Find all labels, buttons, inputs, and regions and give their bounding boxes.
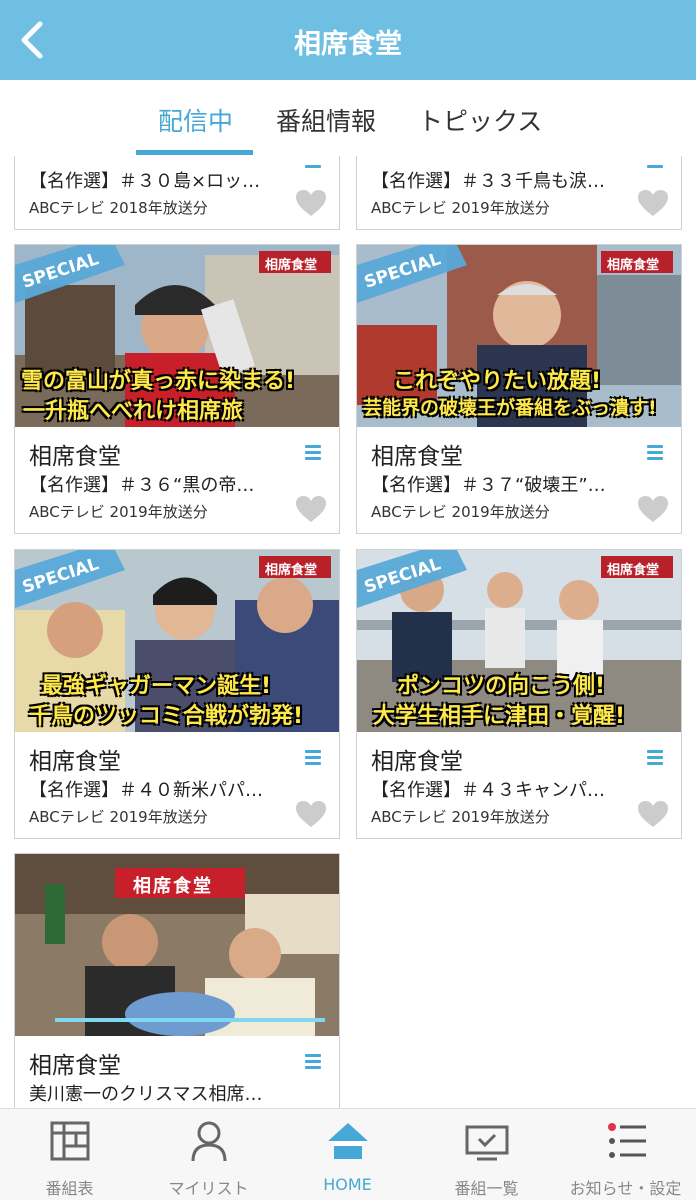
show-badge: 相席食堂 (607, 563, 660, 578)
nav-notice-settings[interactable]: お知らせ・設定 (556, 1109, 695, 1200)
heart-icon[interactable] (637, 800, 669, 828)
tab-program-info[interactable]: 番組情報 (276, 102, 376, 138)
episode-title: 相席食堂 (29, 1053, 121, 1079)
episode-card[interactable]: SPECIAL 相席食堂 雪の富山が真っ赤に染まる! 一升瓶へべれけ相席旅 相席… (14, 244, 340, 534)
app-header: 相席食堂 (0, 0, 696, 80)
nav-label: HOME (323, 1175, 372, 1194)
show-badge: 相席食堂 (265, 563, 318, 578)
thumbnail-caption-1: ポンコツの向こう側! (397, 674, 606, 699)
menu-icon[interactable] (647, 445, 663, 463)
episode-card[interactable]: 【名作選】＃３０島×ロッ… ABCテレビ 2018年放送分 (14, 156, 340, 230)
episode-card[interactable]: SPECIAL 相席食堂 最強ギャガーマン誕生! 千鳥のツッコミ合戦が勃発! 相… (14, 549, 340, 839)
episode-description: 【名作選】＃３６“黒の帝… (29, 475, 255, 496)
episode-card[interactable]: SPECIAL 相席食堂 ポンコツの向こう側! 大学生相手に津田・覚醒! 相席食… (356, 549, 682, 839)
broadcast-info: ABCテレビ 2019年放送分 (371, 808, 550, 826)
notice-settings-icon (607, 1123, 646, 1158)
menu-icon[interactable] (647, 165, 663, 183)
thumbnail-caption-2: 大学生相手に津田・覚醒! (373, 704, 626, 729)
nav-home[interactable]: HOME (278, 1109, 417, 1200)
episode-thumbnail[interactable]: SPECIAL 相席食堂 これぞやりたい放題! 芸能界の破壊王が番組をぶっ潰す! (357, 245, 681, 427)
episode-thumbnail[interactable]: SPECIAL 相席食堂 最強ギャガーマン誕生! 千鳥のツッコミ合戦が勃発! (15, 550, 339, 732)
thumbnail-caption-1: 最強ギャガーマン誕生! (41, 674, 272, 699)
tab-bar: 配信中 番組情報 トピックス (0, 80, 696, 156)
episode-card[interactable]: 相席食堂 相席食堂 美川憲一のクリスマス相席… (14, 853, 340, 1108)
episode-description: 美川憲一のクリスマス相席… (29, 1084, 263, 1105)
episode-thumbnail[interactable]: 相席食堂 (15, 854, 339, 1036)
nav-label: 番組一覧 (454, 1179, 519, 1198)
tab-topics[interactable]: トピックス (418, 102, 542, 138)
nav-program-guide[interactable]: 番組表 (0, 1109, 139, 1200)
episode-card[interactable]: 【名作選】＃３３千鳥も涙… ABCテレビ 2019年放送分 (356, 156, 682, 230)
episode-description: 【名作選】＃３３千鳥も涙… (371, 171, 605, 192)
menu-icon[interactable] (305, 750, 321, 768)
episode-thumbnail[interactable]: SPECIAL 相席食堂 ポンコツの向こう側! 大学生相手に津田・覚醒! (357, 550, 681, 732)
active-tab-indicator (136, 150, 253, 155)
menu-icon[interactable] (647, 750, 663, 768)
episode-title: 相席食堂 (371, 749, 463, 775)
thumbnail-caption-1: これぞやりたい放題! (393, 369, 602, 394)
episode-description: 【名作選】＃３０島×ロッ… (29, 171, 261, 192)
menu-icon[interactable] (305, 1054, 321, 1072)
thumbnail-caption-2: 芸能界の破壊王が番組をぶっ潰す! (363, 397, 657, 419)
menu-icon[interactable] (305, 165, 321, 183)
nav-mylist[interactable]: マイリスト (139, 1109, 278, 1200)
nav-label: 番組表 (45, 1179, 94, 1198)
heart-icon[interactable] (295, 495, 327, 523)
episode-title: 相席食堂 (371, 444, 463, 470)
restaurant-sign: 相席食堂 (133, 876, 213, 897)
page-title: 相席食堂 (294, 29, 402, 60)
episode-description: 【名作選】＃３７“破壊王”… (371, 475, 606, 496)
episode-title: 相席食堂 (29, 444, 121, 470)
person-icon (191, 1121, 226, 1162)
thumbnail-caption-2: 一升瓶へべれけ相席旅 (23, 399, 244, 424)
broadcast-info: ABCテレビ 2018年放送分 (29, 199, 208, 217)
heart-icon[interactable] (637, 495, 669, 523)
episode-thumbnail[interactable]: SPECIAL 相席食堂 雪の富山が真っ赤に染まる! 一升瓶へべれけ相席旅 (15, 245, 339, 427)
episode-description: 【名作選】＃４３キャンパ… (371, 780, 605, 801)
nav-label: マイリスト (168, 1179, 249, 1198)
tab-streaming[interactable]: 配信中 (158, 102, 233, 138)
nav-program-list[interactable]: 番組一覧 (417, 1109, 556, 1200)
show-badge: 相席食堂 (607, 258, 660, 273)
menu-icon[interactable] (305, 445, 321, 463)
episode-card[interactable]: SPECIAL 相席食堂 これぞやりたい放題! 芸能界の破壊王が番組をぶっ潰す!… (356, 244, 682, 534)
episode-grid: 【名作選】＃３０島×ロッ… ABCテレビ 2018年放送分 【名作選】＃３３千鳥… (0, 156, 696, 1108)
nav-label: お知らせ・設定 (569, 1179, 682, 1198)
thumbnail-caption-1: 雪の富山が真っ赤に染まる! (21, 369, 296, 394)
bottom-navigation: 番組表 マイリスト HOME 番組一覧 お知らせ・設定 (0, 1108, 696, 1200)
heart-icon[interactable] (637, 189, 669, 217)
tv-list-icon (465, 1125, 508, 1161)
home-icon (327, 1123, 368, 1159)
broadcast-info: ABCテレビ 2019年放送分 (29, 808, 208, 826)
heart-icon[interactable] (295, 800, 327, 828)
broadcast-info: ABCテレビ 2019年放送分 (29, 503, 208, 521)
program-guide-icon (50, 1121, 89, 1161)
episode-description: 【名作選】＃４０新米パパ… (29, 780, 263, 801)
show-badge: 相席食堂 (265, 258, 318, 273)
thumbnail-caption-2: 千鳥のツッコミ合戦が勃発! (29, 704, 304, 729)
broadcast-info: ABCテレビ 2019年放送分 (371, 199, 550, 217)
episode-title: 相席食堂 (29, 749, 121, 775)
heart-icon[interactable] (295, 189, 327, 217)
broadcast-info: ABCテレビ 2019年放送分 (371, 503, 550, 521)
